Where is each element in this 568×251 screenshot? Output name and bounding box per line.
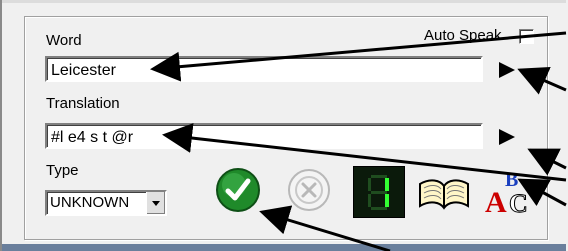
- type-label: Type: [46, 162, 79, 179]
- type-select[interactable]: UNKNOWN: [45, 190, 167, 216]
- open-book-icon[interactable]: [416, 166, 472, 216]
- word-label: Word: [46, 32, 82, 49]
- window-bottom-edge: [2, 244, 566, 251]
- x-circle-icon[interactable]: [286, 167, 332, 213]
- svg-text:C: C: [509, 189, 528, 216]
- auto-speak-label: Auto Speak: [424, 27, 502, 44]
- translation-input[interactable]: #l e4 s t @r: [45, 123, 483, 149]
- svg-text:A: A: [485, 186, 507, 216]
- chevron-down-icon: [152, 201, 160, 206]
- translation-label: Translation: [46, 95, 120, 112]
- type-selected-value: UNKNOWN: [50, 194, 130, 211]
- frame-top-edge: [2, 0, 566, 3]
- play-translation-button[interactable]: [497, 127, 517, 147]
- seven-segment-display-icon: 1: [353, 166, 405, 218]
- play-word-button[interactable]: [497, 60, 517, 80]
- abc-spellcheck-icon[interactable]: B A C: [483, 166, 539, 216]
- word-input[interactable]: Leicester: [45, 56, 483, 82]
- check-circle-icon[interactable]: [215, 167, 261, 213]
- auto-speak-checkbox[interactable]: [519, 29, 534, 44]
- type-dropdown-button[interactable]: [146, 192, 165, 214]
- counter-digit-segments: [368, 175, 389, 210]
- svg-text:B: B: [505, 169, 518, 191]
